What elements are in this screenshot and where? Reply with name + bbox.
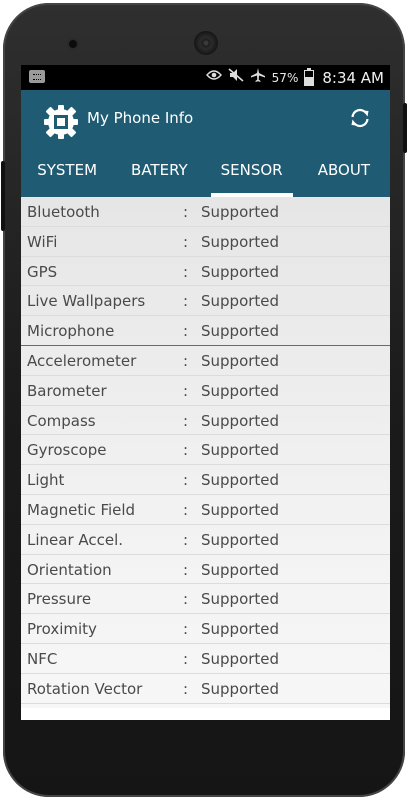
tab-about[interactable]: ABOUT <box>298 146 390 197</box>
separator: : <box>183 560 189 579</box>
list-item: Light: Supported <box>21 465 390 495</box>
feature-name: NFC <box>27 649 58 668</box>
separator: : <box>183 649 189 668</box>
feature-name: Bluetooth <box>27 203 100 221</box>
airplane-icon <box>250 67 266 89</box>
clock: 8:34 AM <box>322 68 384 87</box>
app-title: My Phone Info <box>87 109 194 127</box>
feature-name: Proximity <box>27 620 97 639</box>
list-item: Accelerometer: Supported <box>21 346 390 376</box>
list-item: Barometer: Supported <box>21 376 390 406</box>
feature-name: Microphone <box>27 322 115 341</box>
feature-name: GPS <box>27 262 58 281</box>
list-item: Bluetooth: Supported <box>21 197 390 227</box>
notification-icon <box>29 70 45 83</box>
tab-bar: SYSTEM BATERY SENSOR ABOUT <box>21 146 390 197</box>
eye-icon <box>205 68 222 87</box>
battery-icon <box>304 67 315 86</box>
feature-status: Supported <box>201 411 280 430</box>
feature-name: Light <box>27 471 65 490</box>
feature-status: Supported <box>201 560 280 579</box>
list-item: Gyroscope: Supported <box>21 435 390 466</box>
feature-status: Supported <box>201 679 280 698</box>
separator: : <box>183 620 189 639</box>
mute-icon <box>228 67 244 88</box>
list-item: Orientation: Supported <box>21 555 390 585</box>
list-item: Linear Accel.: Supported <box>21 525 390 555</box>
separator: : <box>183 679 189 698</box>
list-item: WiFi: Supported <box>21 227 390 257</box>
list-item: NFC: Supported <box>21 644 390 674</box>
feature-status: Supported <box>201 322 280 341</box>
separator: : <box>183 411 189 430</box>
list-end <box>21 708 390 720</box>
screen: 57% 8:34 AM My Phone Info SYSTEM BATERY … <box>21 65 390 720</box>
feature-name: Rotation Vector <box>27 679 143 698</box>
list-item: Compass: Supported <box>21 406 390 436</box>
feature-status: Supported <box>201 441 280 460</box>
feature-status: Supported <box>201 232 280 251</box>
battery-percent: 57% <box>271 70 299 85</box>
feature-status: Supported <box>201 530 280 549</box>
feature-status: Supported <box>201 590 280 609</box>
feature-status: Supported <box>201 471 280 490</box>
list-item: GPS: Supported <box>21 257 390 287</box>
separator: : <box>183 441 189 460</box>
list-item: Live Wallpapers: Supported <box>21 286 390 317</box>
feature-status: Supported <box>201 203 280 221</box>
feature-name: Magnetic Field <box>27 500 136 519</box>
feature-status: Supported <box>201 292 280 311</box>
separator: : <box>183 262 189 281</box>
feature-name: Accelerometer <box>27 351 137 370</box>
feature-status: Supported <box>201 351 280 370</box>
feature-status: Supported <box>201 262 280 281</box>
front-camera <box>69 40 77 48</box>
list-item: Pressure: Supported <box>21 584 390 615</box>
status-icons: 57% 8:34 AM <box>205 67 384 89</box>
app-bar: My Phone Info SYSTEM BATERY SENSOR ABOUT <box>21 90 390 197</box>
tab-system[interactable]: SYSTEM <box>21 146 113 197</box>
separator: : <box>183 530 189 549</box>
feature-status: Supported <box>201 649 280 668</box>
tab-sensor[interactable]: SENSOR <box>206 146 298 197</box>
list-item: Magnetic Field: Supported <box>21 495 390 525</box>
feature-name: Barometer <box>27 381 107 400</box>
separator: : <box>183 232 189 251</box>
power-button[interactable] <box>1 161 5 231</box>
tab-battery[interactable]: BATERY <box>113 146 205 197</box>
separator: : <box>183 292 189 311</box>
feature-status: Supported <box>201 620 280 639</box>
separator: : <box>183 351 189 370</box>
feature-status: Supported <box>201 381 280 400</box>
separator: : <box>183 471 189 490</box>
feature-name: Compass <box>27 411 96 430</box>
phone-frame: 57% 8:34 AM My Phone Info SYSTEM BATERY … <box>1 3 407 797</box>
separator: : <box>183 322 189 341</box>
feature-status: Supported <box>201 500 280 519</box>
feature-name: WiFi <box>27 232 58 251</box>
separator: : <box>183 381 189 400</box>
earpiece-speaker <box>194 31 218 55</box>
chip-gear-icon <box>41 102 81 142</box>
feature-name: Pressure <box>27 590 92 609</box>
refresh-icon[interactable] <box>348 106 372 130</box>
feature-name: Orientation <box>27 560 112 579</box>
list-item: Microphone: Supported <box>21 316 390 346</box>
separator: : <box>183 590 189 609</box>
feature-name: Linear Accel. <box>27 530 124 549</box>
feature-name: Live Wallpapers <box>27 292 146 311</box>
list-item: Proximity: Supported <box>21 614 390 644</box>
list-item: Rotation Vector: Supported <box>21 674 390 704</box>
separator: : <box>183 500 189 519</box>
feature-name: Gyroscope <box>27 441 107 460</box>
volume-button[interactable] <box>403 103 407 153</box>
sensor-list[interactable]: Bluetooth: Supported WiFi: Supported GPS: S… <box>21 197 390 720</box>
separator: : <box>183 203 189 221</box>
status-bar: 57% 8:34 AM <box>21 65 390 90</box>
